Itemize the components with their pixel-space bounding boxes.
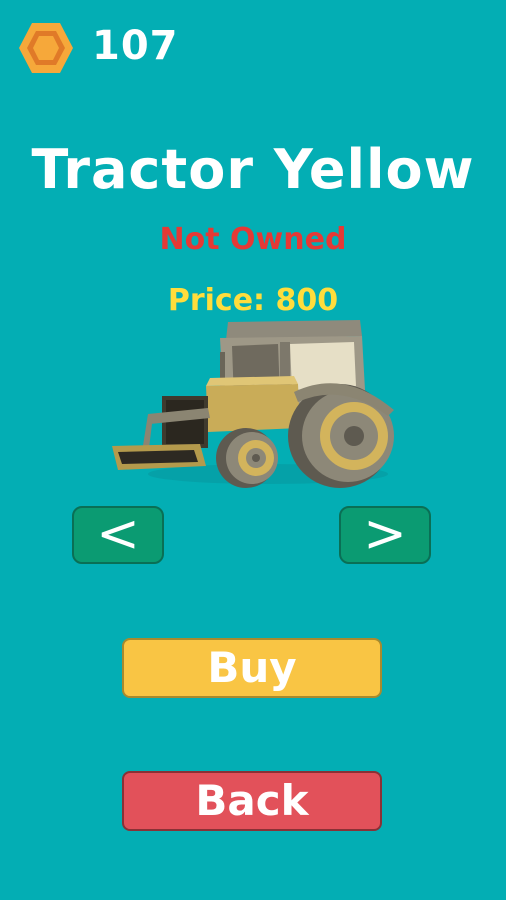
vehicle-name: Tractor Yellow: [31, 138, 475, 201]
previous-vehicle-button[interactable]: <: [72, 506, 164, 564]
back-button[interactable]: Back: [122, 771, 382, 831]
currency-amount: 107: [92, 23, 179, 69]
ownership-status: Not Owned: [159, 222, 347, 257]
next-vehicle-button[interactable]: >: [339, 506, 431, 564]
buy-button[interactable]: Buy: [122, 638, 382, 698]
price-label: Price: 800: [167, 283, 339, 318]
hexagon-coin-icon: [18, 21, 74, 75]
tractor-model-image: [108, 316, 400, 490]
